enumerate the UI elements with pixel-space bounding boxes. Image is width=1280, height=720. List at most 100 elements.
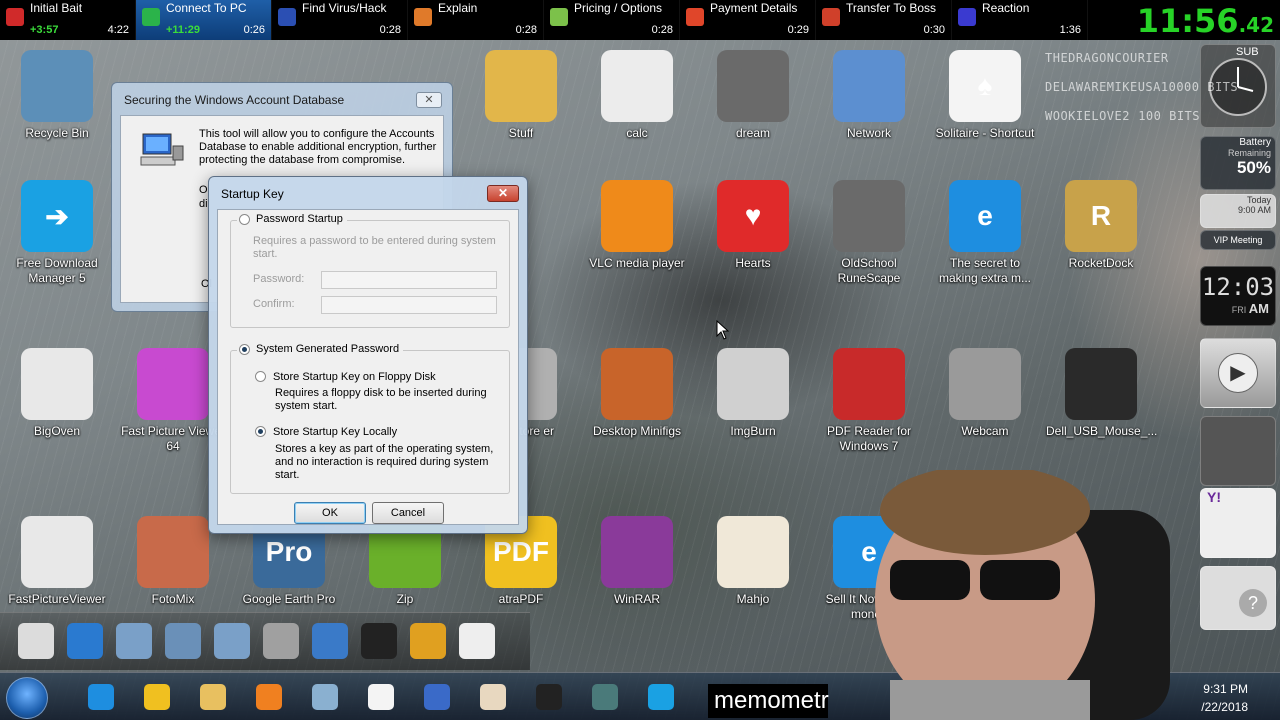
desktop-icon[interactable]: OldSchool RuneScape [814,180,924,286]
clock-ampm: AM [1248,301,1269,316]
media-player-gadget[interactable]: ▶ [1200,338,1276,408]
weather-gadget[interactable]: ? [1200,566,1276,630]
slideshow-gadget[interactable] [1200,416,1276,486]
taskbar-folder-button[interactable] [302,679,348,715]
split-name: Connect To PC [166,1,247,15]
password-startup-radio[interactable] [239,213,250,225]
desktop-icon[interactable]: calc [582,50,692,141]
desktop-icon[interactable]: WinRAR [582,516,692,607]
battery-gadget[interactable]: Battery Remaining 50% [1200,136,1276,190]
tray-clock[interactable]: 9:31 PM /22/2018 [1190,680,1248,716]
desktop-icon[interactable]: Dell_USB_Mouse_... [1046,348,1157,439]
app-icon [601,516,673,588]
app-icon [717,516,789,588]
taskbar-pdf-button[interactable] [134,679,180,715]
play-icon[interactable]: ▶ [1218,353,1258,393]
close-button[interactable]: ✕ [487,185,519,202]
split-name: Payment Details [710,1,798,15]
taskbar-skype-button[interactable] [638,679,684,715]
description-text: This tool will allow you to configure th… [199,128,437,166]
taskbar-mahjong-button[interactable] [470,679,516,715]
floppy-disk-description: Requires a floppy disk to be inserted du… [275,387,487,412]
split-name: Transfer To Boss [846,1,937,15]
partial-text: di [199,198,208,210]
store-locally-radio[interactable] [255,426,266,437]
confirm-field[interactable] [321,296,497,314]
dock-app-icon[interactable] [214,623,250,659]
media-icon [256,684,282,710]
desktop-icon[interactable]: Webcam [930,348,1040,439]
split-icon [686,8,704,26]
stocks-gadget[interactable]: Y! [1200,488,1276,558]
digital-clock-gadget[interactable]: 12:03 FRI AM [1200,266,1276,326]
password-field[interactable] [321,271,497,289]
desktop-icon[interactable]: PDF Reader for Windows 7 [814,348,924,454]
taskbar-dell-button[interactable] [526,679,572,715]
help-icon[interactable]: ? [1239,589,1267,617]
desktop-icon-label: Zip [396,592,414,606]
taskbar-ie-button[interactable] [78,679,124,715]
chat-amount: 100 BITS [1138,109,1200,123]
cancel-button[interactable]: Cancel [372,502,444,524]
battery-percent: 50% [1236,158,1271,177]
startup-key-dialog[interactable]: Startup Key ✕ Password Startup Requires … [208,176,528,534]
desktop-icon[interactable]: FastPictureViewer [2,516,112,607]
dock-app-icon[interactable] [410,623,446,659]
dock-app-icon[interactable] [18,623,54,659]
calendar-gadget[interactable]: Today 9:00 AM [1200,194,1276,228]
dock-app-icon[interactable] [116,623,152,659]
system-generated-label: System Generated Password [256,343,400,355]
app-icon [833,50,905,122]
ok-button[interactable]: OK [294,502,366,524]
dialog-body: Password Startup Requires a password to … [217,209,519,525]
desktop-icon[interactable]: BigOven [2,348,112,439]
dock-app-icon[interactable] [165,623,201,659]
desktop-icon[interactable]: Desktop Minifigs [582,348,692,439]
system-generated-radio[interactable] [239,343,250,355]
meeting-item[interactable]: VIP Meeting [1200,230,1276,250]
desktop-icon[interactable]: e The secret to making extra m... [930,180,1040,286]
app-icon [137,348,209,420]
password-startup-label: Password Startup [256,213,343,225]
dock-app-icon[interactable] [67,623,103,659]
password-startup-option[interactable]: Password Startup [237,213,347,225]
desktop-icon[interactable]: ♠ Solitaire - Shortcut [930,50,1040,141]
taskbar-media-button[interactable] [246,679,292,715]
window-title: Securing the Windows Account Database [124,93,345,107]
desktop-icon[interactable]: Recycle Bin [2,50,112,141]
desktop-icon[interactable]: Network [814,50,924,141]
desktop-icon-label: Free Download Manager 5 [16,256,98,285]
split-icon [822,8,840,26]
dock-app-icon[interactable] [263,623,299,659]
start-button[interactable] [6,677,48,719]
system-generated-option[interactable]: System Generated Password [237,343,404,355]
desktop-icon-label: BigOven [33,424,81,438]
desktop-icon[interactable]: dream [698,50,808,141]
close-button[interactable]: ✕ [416,92,442,108]
dock-app-icon[interactable] [312,623,348,659]
floppy-disk-radio[interactable] [255,371,266,382]
store-locally-label[interactable]: Store Startup Key Locally [273,426,397,439]
split-segment: Explain 0:28 [408,0,544,40]
desktop-icon[interactable]: ImgBurn [698,348,808,439]
desktop-icon[interactable]: Stuff [466,50,576,141]
memometer-banner: memometr [708,684,829,718]
dock-app-icon[interactable] [361,623,397,659]
floppy-disk-label[interactable]: Store Startup Key on Floppy Disk [273,371,436,384]
desktop-icon[interactable]: ♥ Hearts [698,180,808,271]
taskbar-search-button[interactable] [414,679,460,715]
taskbar-cards-button[interactable] [358,679,404,715]
stream-chat-overlay: THEDRAGONCOURIER DELAWAREMIKEUSA 10000 BIT… [1045,44,1238,131]
desktop-icon[interactable]: Mahjo [698,516,808,607]
dock-app-icon[interactable] [459,623,495,659]
partial-text: O [199,184,208,196]
taskbar-explorer-button[interactable] [190,679,236,715]
mahjong-icon [480,684,506,710]
desktop-icon[interactable]: VLC media player [582,180,692,271]
desktop-icon[interactable]: ➔ Free Download Manager 5 [2,180,112,286]
split-icon [6,8,24,26]
split-time: 0:28 [515,24,537,36]
taskbar-app-button[interactable] [582,679,628,715]
desktop-icon[interactable]: R RocketDock [1046,180,1156,271]
desktop-icon-label: atraPDF [498,592,544,606]
